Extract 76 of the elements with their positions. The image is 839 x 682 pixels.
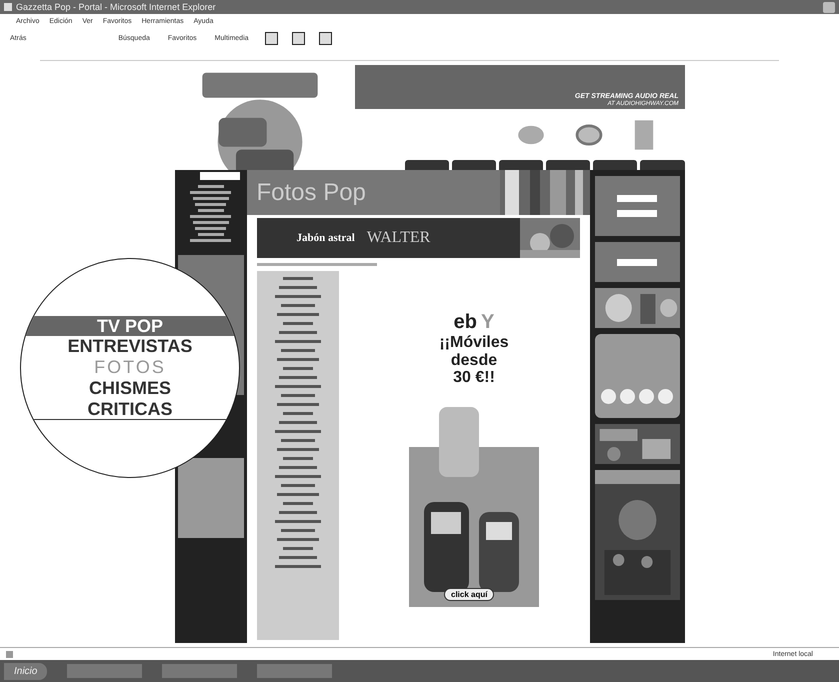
blurred-text[interactable] <box>274 565 320 568</box>
smiley-icon[interactable] <box>639 389 654 404</box>
blurred-text[interactable] <box>282 367 312 370</box>
blurred-text[interactable] <box>192 221 228 224</box>
blurred-text[interactable] <box>274 295 320 298</box>
blurred-text[interactable] <box>280 529 314 532</box>
input-field[interactable] <box>617 258 657 266</box>
blurred-text[interactable] <box>274 520 320 523</box>
ad-text: Jabón astral <box>296 232 355 244</box>
blurred-text[interactable] <box>276 448 318 451</box>
ad-banner[interactable]: Jabón astral WALTER <box>256 218 580 258</box>
card-icon[interactable] <box>632 118 654 152</box>
nav-tab[interactable] <box>498 160 544 170</box>
input-field[interactable] <box>617 210 657 217</box>
ad-headline: desde <box>450 352 498 370</box>
blurred-text[interactable] <box>274 430 320 433</box>
blurred-text[interactable] <box>276 403 318 406</box>
blurred-text[interactable] <box>190 239 231 242</box>
disc-icon[interactable] <box>574 124 602 146</box>
blurred-text[interactable] <box>278 286 316 289</box>
smiley-icon[interactable] <box>601 389 616 404</box>
blurred-text[interactable] <box>190 215 231 218</box>
blurred-text[interactable] <box>278 331 316 334</box>
ad-headline: 30 €!! <box>453 369 495 387</box>
logo-text: Y <box>481 311 494 334</box>
blurred-text[interactable] <box>274 385 320 388</box>
blurred-text[interactable] <box>280 349 314 352</box>
blurred-text[interactable] <box>276 313 318 316</box>
blurred-text[interactable] <box>278 556 316 559</box>
blurred-text[interactable] <box>198 209 224 212</box>
smiley-icon[interactable] <box>658 389 673 404</box>
blurred-text[interactable] <box>280 439 314 442</box>
blurred-text[interactable] <box>195 227 226 230</box>
blurred-text[interactable] <box>276 538 318 541</box>
blurred-text[interactable] <box>198 233 224 236</box>
logo-text: eb <box>454 311 477 334</box>
search-field[interactable] <box>200 172 240 180</box>
blurred-text[interactable] <box>278 376 316 379</box>
browser-icon <box>4 3 12 11</box>
input-field[interactable] <box>617 195 657 202</box>
page-icon <box>6 650 13 658</box>
window-title: Gazzetta Pop - Portal - Microsoft Internet Explorer <box>16 2 217 12</box>
square-icon[interactable] <box>264 32 278 44</box>
blurred-text[interactable] <box>276 358 318 361</box>
blurred-text[interactable] <box>280 304 314 307</box>
blurred-text[interactable] <box>274 340 320 343</box>
ad-headline: ¡¡Móviles <box>439 334 509 352</box>
square-icon[interactable] <box>292 32 305 44</box>
blurred-text[interactable] <box>282 502 312 505</box>
blurred-text[interactable] <box>282 457 312 460</box>
blurred-text[interactable] <box>278 511 316 514</box>
menu-item[interactable]: CRITICAS <box>88 398 172 420</box>
menu-item[interactable]: ENTREVISTAS <box>68 336 192 358</box>
blurred-text[interactable] <box>282 277 312 280</box>
blurred-text[interactable] <box>190 191 231 194</box>
menu-item[interactable]: CHISMES <box>88 378 171 399</box>
blurred-text[interactable] <box>278 421 316 424</box>
blurred-text[interactable] <box>192 197 228 200</box>
blurred-text[interactable] <box>282 547 312 550</box>
blurred-text[interactable] <box>282 412 312 415</box>
blurred-text[interactable] <box>276 493 318 496</box>
taskbar-item[interactable] <box>67 664 142 678</box>
blurred-text[interactable] <box>195 203 226 206</box>
taskbar-item[interactable] <box>257 664 332 678</box>
blurred-text[interactable] <box>280 394 314 397</box>
blurred-text[interactable] <box>282 322 312 325</box>
blurred-text[interactable] <box>274 475 320 478</box>
blurred-text[interactable] <box>280 484 314 487</box>
blurred-text[interactable] <box>198 185 224 188</box>
taskbar-item[interactable] <box>162 664 238 678</box>
smiley-icon[interactable] <box>620 389 635 404</box>
page-heading: Fotos Pop <box>256 178 366 206</box>
blurred-text[interactable] <box>278 466 316 469</box>
ad-brand: WALTER <box>366 229 430 247</box>
close-icon[interactable] <box>823 2 835 12</box>
start-button[interactable]: Inicio <box>4 662 48 680</box>
